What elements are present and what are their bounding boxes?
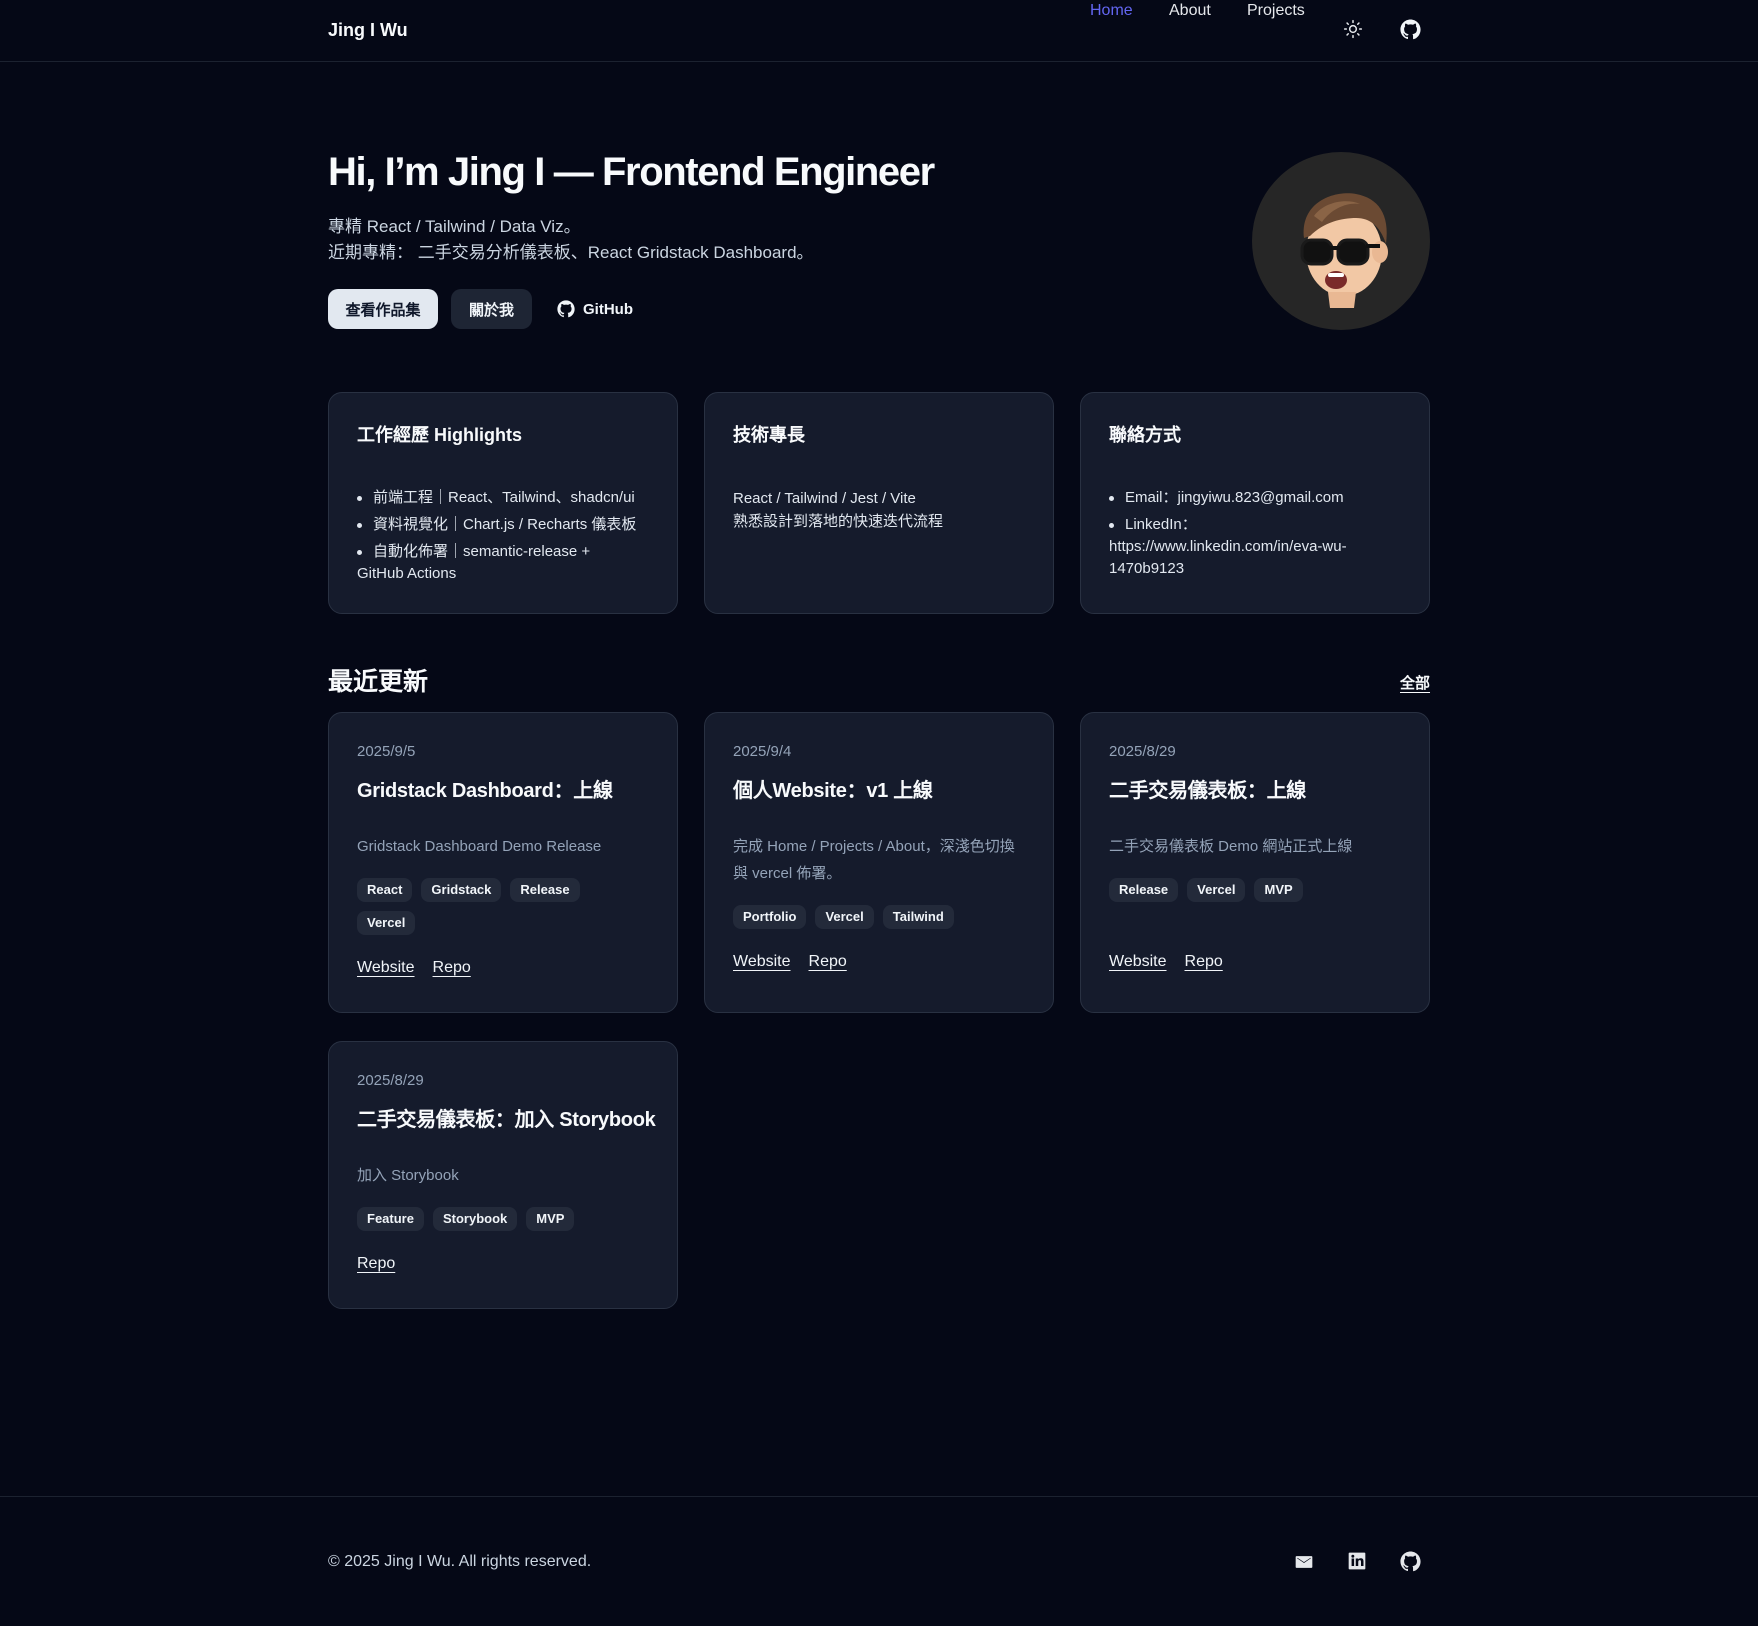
- tag: Storybook: [432, 1207, 518, 1231]
- card-title: 聯絡方式: [1109, 425, 1181, 445]
- hero-title: Hi, I’m Jing I — Frontend Engineer: [328, 150, 935, 194]
- tag: Release: [1109, 878, 1179, 902]
- tag: React: [357, 878, 413, 902]
- tag: Vercel: [815, 905, 874, 929]
- update-description: 加入 Storybook: [357, 1167, 459, 1184]
- repo-link[interactable]: Repo: [1185, 953, 1223, 971]
- contact-linkedin[interactable]: LinkedIn： https://www.linkedin.com/in/ev…: [1109, 514, 1401, 580]
- nav-about[interactable]: About: [1169, 2, 1211, 20]
- nav-home[interactable]: Home: [1090, 2, 1133, 20]
- tag: Feature: [357, 1207, 424, 1231]
- update-date: 2025/8/29: [1109, 743, 1176, 760]
- top-navigation-bar: Jing I Wu Home About Projects: [0, 0, 1758, 62]
- brand-logo[interactable]: Jing I Wu: [328, 20, 408, 41]
- update-title: Gridstack Dashboard：上線: [357, 780, 613, 802]
- list-item: 前端工程｜React、Tailwind、shadcn/ui: [357, 487, 649, 509]
- tag-list: React Gridstack Release Vercel: [357, 878, 617, 935]
- repo-link[interactable]: Repo: [357, 1255, 395, 1273]
- tag-list: Portfolio Vercel Tailwind: [733, 905, 993, 929]
- tag: Portfolio: [733, 905, 807, 929]
- update-description: Gridstack Dashboard Demo Release: [357, 838, 602, 855]
- sun-icon[interactable]: [1343, 19, 1365, 41]
- update-date: 2025/9/5: [357, 743, 416, 760]
- website-link[interactable]: Website: [733, 953, 791, 971]
- github-icon: [557, 300, 575, 318]
- contact-email[interactable]: Email：jingyiwu.823@gmail.com: [1109, 487, 1401, 509]
- nav-projects[interactable]: Projects: [1247, 2, 1305, 20]
- tag: MVP: [526, 1207, 575, 1231]
- github-button[interactable]: GitHub: [557, 289, 641, 329]
- repo-link[interactable]: Repo: [809, 953, 847, 971]
- linkedin-icon[interactable]: [1347, 1551, 1369, 1573]
- tag: Vercel: [1187, 878, 1246, 902]
- tag: Release: [510, 878, 580, 902]
- card-title: 技術專長: [733, 425, 805, 445]
- footer: © 2025 Jing I Wu. All rights reserved.: [0, 1496, 1758, 1626]
- card-title: 工作經歷 Highlights: [357, 425, 522, 445]
- update-card: 2025/8/29 二手交易儀表板：加入 Storybook 加入 Storyb…: [328, 1041, 678, 1309]
- tag: MVP: [1254, 878, 1303, 902]
- tag: Vercel: [357, 911, 416, 935]
- update-card: 2025/9/4 個人Website：v1 上線 完成 Home / Proje…: [704, 712, 1054, 1013]
- update-description: 完成 Home / Projects / About，深淺色切換與 vercel…: [733, 838, 1015, 882]
- about-me-button[interactable]: 關於我: [451, 289, 532, 329]
- section-title: 最近更新: [328, 668, 429, 696]
- repo-link[interactable]: Repo: [433, 959, 471, 977]
- mail-icon[interactable]: [1294, 1551, 1316, 1573]
- website-link[interactable]: Website: [357, 959, 415, 977]
- update-card: 2025/8/29 二手交易儀表板：上線 二手交易儀表板 Demo 網站正式上線…: [1080, 712, 1430, 1013]
- linkedin-label: LinkedIn：: [1125, 516, 1197, 533]
- list-item-text: 自動化佈署｜semantic-release +: [373, 543, 591, 560]
- list-item-text-continued: GitHub Actions: [357, 565, 457, 582]
- github-icon[interactable]: [1400, 19, 1422, 41]
- linkedin-url[interactable]: https://www.linkedin.com/in/eva-wu-: [1109, 536, 1401, 558]
- update-title: 二手交易儀表板：加入 Storybook: [357, 1109, 656, 1131]
- github-button-label: GitHub: [583, 300, 633, 318]
- skills-process: 熟悉設計到落地的快速迭代流程: [733, 513, 944, 530]
- copyright-text: © 2025 Jing I Wu. All rights reserved.: [328, 1553, 592, 1570]
- list-item: 資料視覺化｜Chart.js / Recharts 儀表板: [357, 514, 649, 536]
- update-description: 二手交易儀表板 Demo 網站正式上線: [1109, 838, 1353, 855]
- github-icon[interactable]: [1400, 1551, 1422, 1573]
- website-link[interactable]: Website: [1109, 953, 1167, 971]
- update-date: 2025/9/4: [733, 743, 792, 760]
- tag-list: Feature Storybook MVP: [357, 1207, 617, 1231]
- list-item: 自動化佈署｜semantic-release + GitHub Actions: [357, 541, 649, 585]
- view-all-link[interactable]: 全部: [1400, 672, 1430, 693]
- tag: Tailwind: [882, 905, 954, 929]
- update-date: 2025/8/29: [357, 1072, 424, 1089]
- view-portfolio-button[interactable]: 查看作品集: [328, 289, 438, 329]
- skills-card: 技術專長 React / Tailwind / Jest / Vite 熟悉設計…: [704, 392, 1054, 614]
- hero-subtitle-recent: 近期專精： 二手交易分析儀表板、React Gridstack Dashboar…: [328, 243, 814, 262]
- linkedin-url-continued[interactable]: 1470b9123: [1109, 558, 1401, 580]
- tag-list: Release Vercel MVP: [1109, 878, 1369, 902]
- update-title: 個人Website：v1 上線: [733, 780, 933, 802]
- contact-card: 聯絡方式 Email：jingyiwu.823@gmail.com Linked…: [1080, 392, 1430, 614]
- tag: Gridstack: [421, 878, 502, 902]
- update-card: 2025/9/5 Gridstack Dashboard：上線 Gridstac…: [328, 712, 678, 1013]
- avatar: [1252, 152, 1430, 330]
- skills-stack: React / Tailwind / Jest / Vite: [733, 490, 916, 507]
- update-title: 二手交易儀表板：上線: [1109, 780, 1306, 802]
- hero-subtitle: 專精 React / Tailwind / Data Viz。: [328, 217, 581, 236]
- experience-card: 工作經歷 Highlights 前端工程｜React、Tailwind、shad…: [328, 392, 678, 614]
